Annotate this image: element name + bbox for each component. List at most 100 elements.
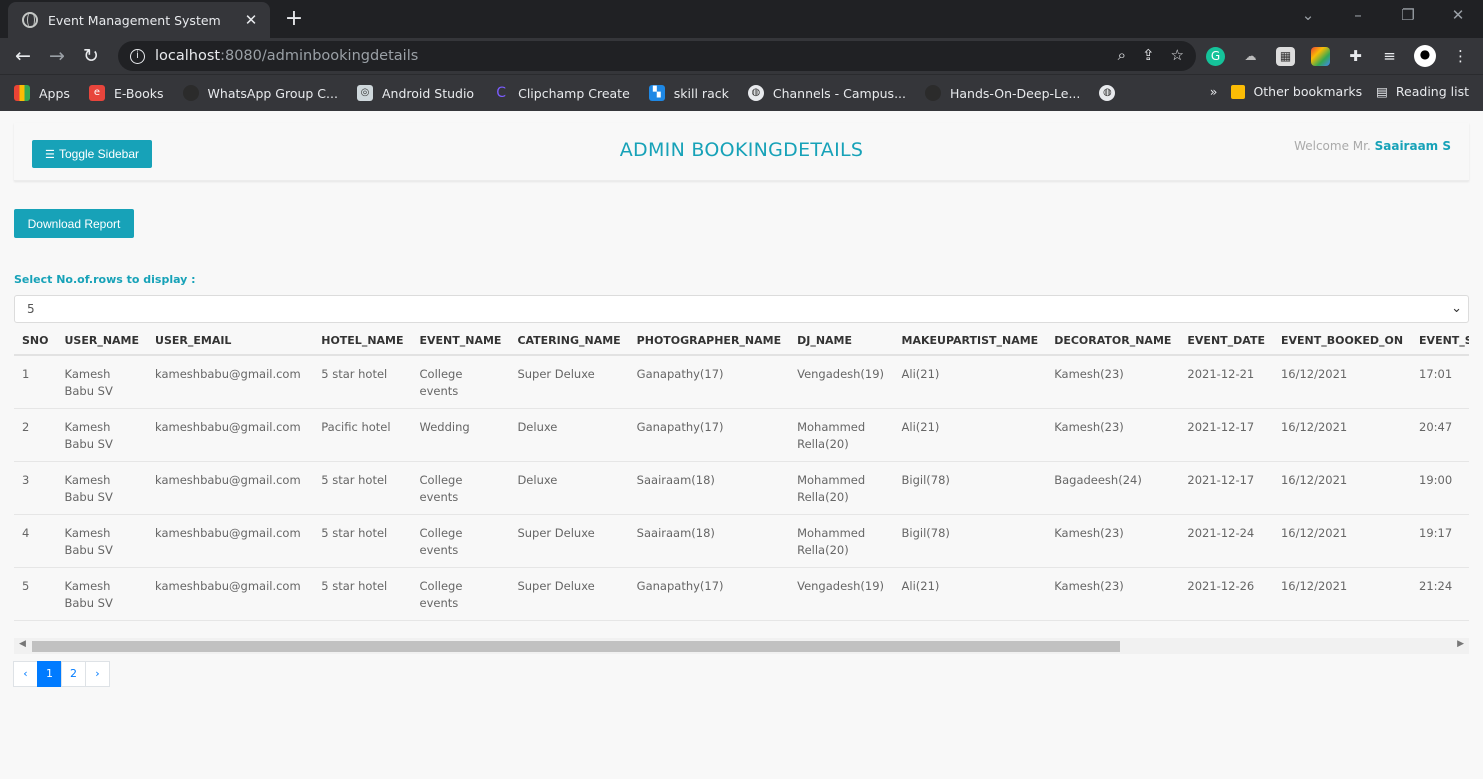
close-tab-icon[interactable]: ✕	[242, 11, 260, 29]
table-cell: kameshbabu@gmail.com	[147, 355, 314, 409]
bookmark-apps[interactable]: Apps	[14, 85, 70, 101]
rows-label: Select No.of.rows to display :	[14, 273, 196, 286]
table-cell: 5 star hotel	[313, 567, 412, 621]
page-button-1[interactable]: 1	[37, 661, 62, 687]
share-icon[interactable]: ⇪	[1142, 46, 1155, 64]
browser-tab[interactable]: Event Management System ✕	[8, 2, 270, 38]
page-next-button[interactable]: ›	[85, 661, 110, 687]
bookmark-globe[interactable]: ◍	[1099, 85, 1124, 101]
table-cell: 2021-12-21	[1179, 355, 1273, 409]
table-cell: kameshbabu@gmail.com	[147, 408, 314, 462]
bookmark-skillrack[interactable]: ▚ skill rack	[648, 85, 729, 101]
bookmark-label: WhatsApp Group C...	[207, 85, 338, 101]
minimize-icon[interactable]: –	[1346, 6, 1370, 24]
table-cell: 19:00	[1411, 461, 1469, 515]
table-cell: Mohammed Rella(20)	[789, 461, 894, 515]
star-icon[interactable]: ☆	[1171, 46, 1184, 64]
table-cell: kameshbabu@gmail.com	[147, 514, 314, 568]
bookmark-label: Channels - Campus...	[772, 85, 906, 101]
table-cell: Ganapathy(17)	[628, 408, 790, 462]
scroll-left-icon[interactable]: ◀	[19, 639, 26, 649]
column-header[interactable]: SNO	[14, 327, 57, 356]
table-cell: 20:47	[1411, 408, 1469, 462]
bookmark-hands-on[interactable]: Hands-On-Deep-Le...	[925, 85, 1080, 101]
column-header[interactable]: USER_EMAIL	[147, 327, 314, 356]
bookmark-label: skill rack	[673, 85, 729, 101]
menu-icon[interactable]: ⋮	[1451, 47, 1470, 66]
more-bookmarks-icon[interactable]: »	[1210, 84, 1218, 99]
window-close-icon[interactable]: ✕	[1446, 6, 1470, 24]
bookmark-ebooks[interactable]: e E-Books	[88, 85, 164, 101]
other-bookmarks[interactable]: Other bookmarks	[1231, 84, 1362, 99]
restore-icon[interactable]: ❐	[1396, 6, 1420, 24]
table-cell: 3	[14, 461, 57, 515]
column-header[interactable]: DECORATOR_NAME	[1046, 327, 1180, 356]
column-header[interactable]: EVENT_NAME	[411, 327, 510, 356]
table-cell: Kamesh(23)	[1046, 355, 1180, 409]
site-info-icon[interactable]: i	[130, 48, 145, 64]
bookmark-clipchamp[interactable]: C Clipchamp Create	[493, 85, 630, 101]
bookmark-whatsapp[interactable]: WhatsApp Group C...	[182, 85, 338, 101]
zoom-icon[interactable]: ⌕	[1118, 46, 1126, 64]
table-cell: Kamesh Babu SV	[56, 461, 148, 515]
forward-icon[interactable]: →	[40, 45, 74, 67]
color-extension-icon[interactable]	[1311, 47, 1330, 66]
table-cell: Saairaam(18)	[628, 461, 790, 515]
table-cell: Deluxe	[509, 408, 629, 462]
table-cell: Ganapathy(17)	[628, 355, 790, 409]
bookmark-label: E-Books	[113, 85, 164, 101]
bookmark-label: Apps	[39, 85, 70, 101]
column-header[interactable]: EVENT_BOOKED_ON	[1272, 327, 1412, 356]
download-report-button[interactable]: Download Report	[14, 209, 134, 238]
page-button-2[interactable]: 2	[61, 661, 86, 687]
reload-icon[interactable]: ↻	[74, 45, 108, 67]
column-header[interactable]: USER_NAME	[56, 327, 148, 356]
page-prev-button[interactable]: ‹	[13, 661, 38, 687]
address-bar[interactable]: i localhost:8080/adminbookingdetails ⌕ ⇪…	[118, 41, 1196, 71]
globe-icon: ◍	[747, 85, 764, 101]
browser-chrome: Event Management System ✕ + ⌄ – ❐ ✕ ← → …	[0, 0, 1483, 111]
back-icon[interactable]: ←	[6, 45, 40, 67]
rows-select[interactable]: 5 ⌄	[14, 295, 1469, 323]
avatar[interactable]: ●	[1414, 45, 1436, 67]
table-cell: Deluxe	[509, 461, 629, 515]
bookmark-android-studio[interactable]: ◎ Android Studio	[356, 85, 474, 101]
tab-strip: Event Management System ✕ + ⌄ – ❐ ✕	[0, 0, 1483, 38]
scrollbar-thumb[interactable]	[32, 641, 1120, 652]
table-cell: 1	[14, 355, 57, 409]
grammarly-icon[interactable]: G	[1206, 47, 1225, 66]
github-icon	[925, 85, 941, 101]
table-row: 5 Kamesh Babu SV kameshbabu@gmail.com 5 sta…	[14, 567, 1469, 621]
table-cell: Bagadeesh(24)	[1046, 461, 1180, 515]
tab-search-icon[interactable]: ⌄	[1296, 6, 1320, 24]
puzzle-icon[interactable]: ✚	[1346, 47, 1365, 66]
table-cell: 5 star hotel	[313, 355, 412, 409]
table-cell: 19:17	[1411, 514, 1469, 568]
reading-list[interactable]: ▤ Reading list	[1376, 84, 1469, 99]
column-header[interactable]: CATERING_NAME	[509, 327, 629, 356]
github-icon	[182, 85, 199, 101]
column-header[interactable]: EVENT_DATE	[1179, 327, 1273, 356]
horizontal-scrollbar[interactable]: ◀ ▶	[14, 638, 1469, 654]
new-tab-icon[interactable]: +	[282, 6, 306, 31]
extension-icon[interactable]: ▦	[1276, 47, 1295, 66]
table-cell: Kamesh(23)	[1046, 514, 1180, 568]
scroll-right-icon[interactable]: ▶	[1457, 639, 1464, 649]
table-cell: College events	[411, 355, 510, 409]
column-header[interactable]: MAKEUPARTIST_NAME	[893, 327, 1047, 356]
column-header[interactable]: HOTEL_NAME	[313, 327, 412, 356]
column-header[interactable]: DJ_NAME	[789, 327, 894, 356]
reading-list-icon: ▤	[1376, 84, 1388, 99]
table-cell: Mohammed Rella(20)	[789, 408, 894, 462]
media-icon[interactable]: ≡	[1380, 47, 1399, 66]
table-cell: 16/12/2021	[1272, 567, 1412, 621]
column-header[interactable]: PHOTOGRAPHER_NAME	[628, 327, 790, 356]
column-header[interactable]: EVENT_ST	[1411, 327, 1469, 356]
reading-list-label: Reading list	[1395, 84, 1469, 99]
bookmark-channels[interactable]: ◍ Channels - Campus...	[747, 85, 906, 101]
table-cell: 5 star hotel	[313, 461, 412, 515]
folder-icon	[1231, 84, 1246, 99]
url-host: localhost	[155, 48, 221, 64]
cloud-extension-icon[interactable]: ☁	[1241, 47, 1260, 66]
table-cell: Wedding	[411, 408, 510, 462]
